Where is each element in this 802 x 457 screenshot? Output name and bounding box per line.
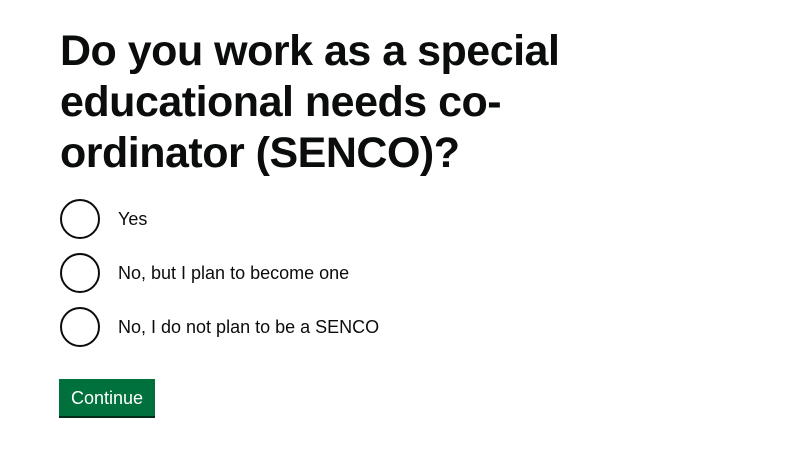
radio-button-not-plan[interactable] <box>60 307 100 347</box>
radio-button-plan-to-become[interactable] <box>60 253 100 293</box>
radio-label-plan-to-become[interactable]: No, but I plan to become one <box>118 261 349 285</box>
radio-label-yes[interactable]: Yes <box>118 207 147 231</box>
radio-option-yes[interactable]: Yes <box>60 199 780 239</box>
question-heading: Do you work as a special educational nee… <box>60 27 560 177</box>
radio-button-yes[interactable] <box>60 199 100 239</box>
radio-option-not-plan[interactable]: No, I do not plan to be a SENCO <box>60 307 780 347</box>
radio-group: Yes No, but I plan to become one No, I d… <box>60 199 780 347</box>
radio-label-not-plan[interactable]: No, I do not plan to be a SENCO <box>118 315 379 339</box>
radio-option-plan-to-become[interactable]: No, but I plan to become one <box>60 253 780 293</box>
question-page: Do you work as a special educational nee… <box>59 26 780 416</box>
continue-button[interactable]: Continue <box>59 379 156 416</box>
